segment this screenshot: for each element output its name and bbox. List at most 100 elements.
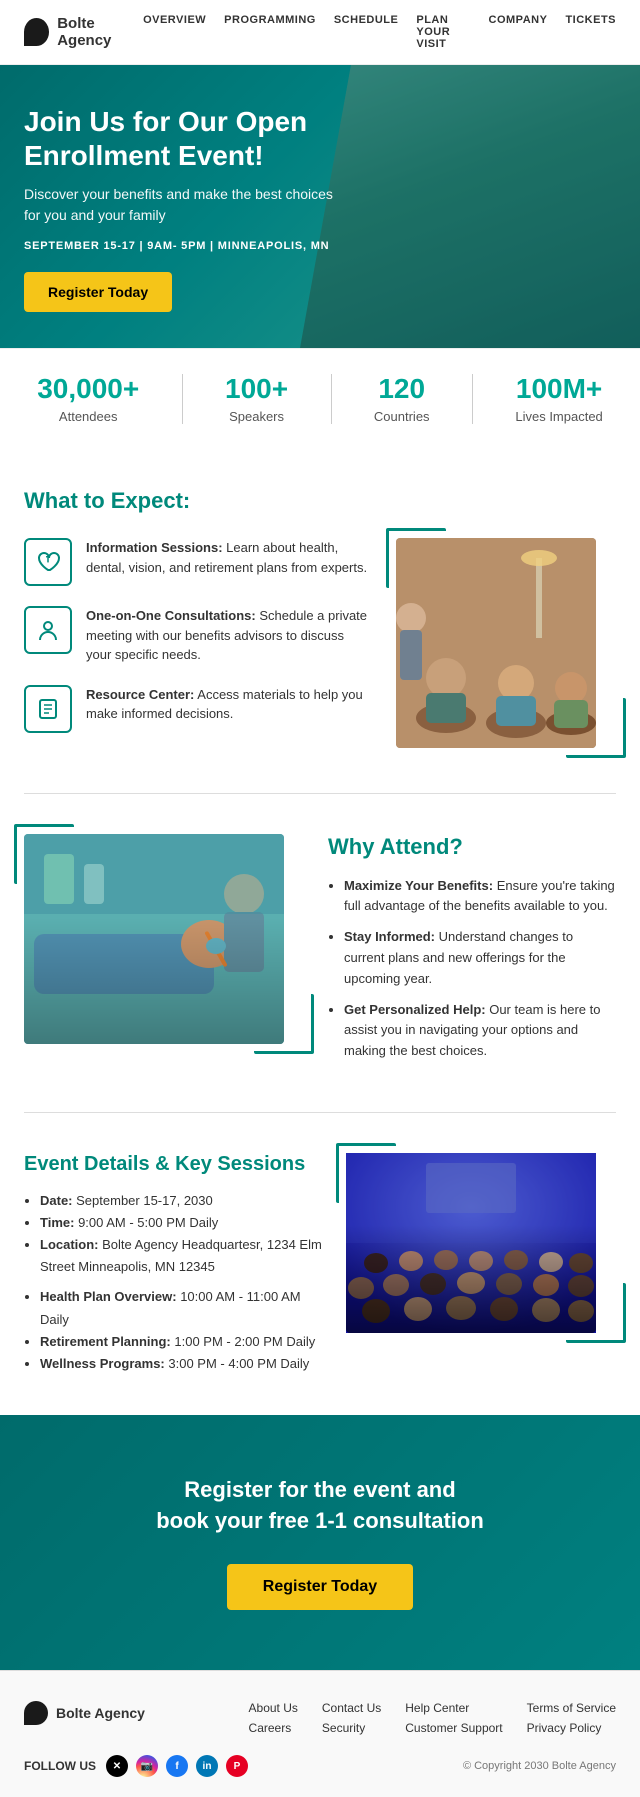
why-item-2: Get Personalized Help: Our team is here … bbox=[344, 1000, 616, 1062]
copyright-text: © Copyright 2030 Bolte Agency bbox=[463, 1760, 616, 1772]
footer-logo: Bolte Agency bbox=[24, 1701, 145, 1725]
footer-left: Bolte Agency bbox=[24, 1701, 145, 1725]
footer-bottom: FOLLOW US ✕ 📷 f in P © Copyright 2030 Bo… bbox=[24, 1755, 616, 1777]
stat-lives-label: Lives Impacted bbox=[515, 409, 602, 424]
footer-link-security[interactable]: Security bbox=[322, 1721, 381, 1735]
logo-text: Bolte Agency bbox=[57, 15, 143, 49]
nav-links: OVERVIEW PROGRAMMING SCHEDULE PLAN YOUR … bbox=[143, 14, 616, 50]
follow-us: FOLLOW US ✕ 📷 f in P bbox=[24, 1755, 248, 1777]
consultation-icon-box bbox=[24, 606, 72, 654]
what-to-expect-title: What to Expect: bbox=[24, 488, 616, 514]
event-session-0: Health Plan Overview: 10:00 AM - 11:00 A… bbox=[40, 1286, 322, 1330]
logo[interactable]: Bolte Agency bbox=[24, 15, 143, 49]
expect-item-2: Resource Center: Access materials to hel… bbox=[24, 685, 372, 733]
footer-link-support[interactable]: Customer Support bbox=[405, 1721, 502, 1735]
follow-label: FOLLOW US bbox=[24, 1759, 96, 1773]
person-chat-icon bbox=[34, 616, 62, 644]
cta-footer-section: Register for the event andbook your free… bbox=[0, 1415, 640, 1671]
stat-lives: 100M+ Lives Impacted bbox=[515, 373, 602, 424]
expect-title-0: Information Sessions: bbox=[86, 540, 223, 555]
expect-text-2: Resource Center: Access materials to hel… bbox=[86, 685, 372, 724]
what-to-expect-section: What to Expect: Information Sessions: Le… bbox=[0, 448, 640, 793]
corner-decoration-br-2 bbox=[254, 994, 314, 1054]
event-session-2: Wellness Programs: 3:00 PM - 4:00 PM Dai… bbox=[40, 1353, 322, 1375]
dental-image bbox=[24, 834, 284, 1044]
stat-countries-label: Countries bbox=[374, 409, 430, 424]
footer-link-contact[interactable]: Contact Us bbox=[322, 1701, 381, 1715]
pinterest-icon[interactable]: P bbox=[226, 1755, 248, 1777]
hero-content: Join Us for Our Open Enrollment Event! D… bbox=[24, 105, 334, 348]
nav-schedule[interactable]: SCHEDULE bbox=[334, 14, 399, 50]
hero-description: Discover your benefits and make the best… bbox=[24, 184, 334, 226]
instagram-icon[interactable]: 📷 bbox=[136, 1755, 158, 1777]
info-sessions-icon-box bbox=[24, 538, 72, 586]
footer-logo-icon bbox=[24, 1701, 48, 1725]
nav-overview[interactable]: OVERVIEW bbox=[143, 14, 206, 50]
stat-lives-value: 100M+ bbox=[515, 373, 602, 405]
stat-speakers: 100+ Speakers bbox=[225, 373, 288, 424]
why-item-1: Stay Informed: Understand changes to cur… bbox=[344, 927, 616, 989]
facebook-icon[interactable]: f bbox=[166, 1755, 188, 1777]
navbar: Bolte Agency OVERVIEW PROGRAMMING SCHEDU… bbox=[0, 0, 640, 65]
stat-speakers-value: 100+ bbox=[225, 373, 288, 405]
stat-speakers-label: Speakers bbox=[225, 409, 288, 424]
twitter-icon[interactable]: ✕ bbox=[106, 1755, 128, 1777]
event-audience-image bbox=[346, 1153, 596, 1333]
footer-link-terms[interactable]: Terms of Service bbox=[527, 1701, 616, 1715]
stat-attendees-value: 30,000+ bbox=[37, 373, 139, 405]
heart-icon bbox=[34, 548, 62, 576]
expect-image-wrap bbox=[396, 538, 616, 748]
event-location-label: Location: bbox=[40, 1237, 99, 1252]
nav-plan[interactable]: PLAN YOUR VISIT bbox=[416, 14, 470, 50]
audience-overlay bbox=[346, 1153, 596, 1333]
event-details-title: Event Details & Key Sessions bbox=[24, 1153, 322, 1176]
expect-title-1: One-on-One Consultations: bbox=[86, 608, 256, 623]
footer-link-privacy[interactable]: Privacy Policy bbox=[527, 1721, 616, 1735]
stats-bar: 30,000+ Attendees 100+ Speakers 120 Coun… bbox=[0, 348, 640, 448]
footer-links-col-4: Terms of Service Privacy Policy bbox=[527, 1701, 616, 1735]
cta-register-button[interactable]: Register Today bbox=[227, 1564, 413, 1610]
footer-top: Bolte Agency About Us Careers Contact Us… bbox=[24, 1701, 616, 1735]
hero-register-button[interactable]: Register Today bbox=[24, 272, 172, 312]
footer-links-col-2: Contact Us Security bbox=[322, 1701, 381, 1735]
why-item-0: Maximize Your Benefits: Ensure you're ta… bbox=[344, 876, 616, 918]
event-time: Time: 9:00 AM - 5:00 PM Daily bbox=[40, 1212, 322, 1234]
expect-item-1: One-on-One Consultations: Schedule a pri… bbox=[24, 606, 372, 665]
cta-title: Register for the event andbook your free… bbox=[40, 1475, 600, 1537]
social-icons: ✕ 📷 f in P bbox=[106, 1755, 248, 1777]
nav-tickets[interactable]: TICKETS bbox=[565, 14, 616, 50]
event-session-value-2: 3:00 PM - 4:00 PM Daily bbox=[168, 1356, 309, 1371]
stat-attendees-label: Attendees bbox=[37, 409, 139, 424]
why-attend-content: Why Attend? Maximize Your Benefits: Ensu… bbox=[328, 834, 616, 1072]
stat-attendees: 30,000+ Attendees bbox=[37, 373, 139, 424]
nav-programming[interactable]: PROGRAMMING bbox=[224, 14, 316, 50]
hero-date: SEPTEMBER 15-17 | 9AM- 5PM | MINNEAPOLIS… bbox=[24, 240, 334, 252]
stat-divider-3 bbox=[472, 374, 473, 424]
footer-link-about[interactable]: About Us bbox=[249, 1701, 298, 1715]
corner-decoration-br bbox=[566, 698, 626, 758]
expect-items-list: Information Sessions: Learn about health… bbox=[24, 538, 372, 753]
expect-text-0: Information Sessions: Learn about health… bbox=[86, 538, 372, 577]
footer-links-col-3: Help Center Customer Support bbox=[405, 1701, 502, 1735]
footer-link-help[interactable]: Help Center bbox=[405, 1701, 502, 1715]
dental-scene-svg bbox=[24, 834, 284, 1044]
footer-link-careers[interactable]: Careers bbox=[249, 1721, 298, 1735]
hero-photo bbox=[300, 65, 640, 348]
event-date: Date: September 15-17, 2030 bbox=[40, 1190, 322, 1212]
event-details-list: Date: September 15-17, 2030 Time: 9:00 A… bbox=[24, 1190, 322, 1278]
event-time-label: Time: bbox=[40, 1215, 74, 1230]
linkedin-icon[interactable]: in bbox=[196, 1755, 218, 1777]
hero-bg: Join Us for Our Open Enrollment Event! D… bbox=[0, 65, 640, 348]
why-item-title-1: Stay Informed: bbox=[344, 929, 435, 944]
why-image-wrap bbox=[24, 834, 304, 1044]
footer: Bolte Agency About Us Careers Contact Us… bbox=[0, 1670, 640, 1797]
nav-company[interactable]: COMPANY bbox=[489, 14, 548, 50]
corner-decoration-br-3 bbox=[566, 1283, 626, 1343]
hero-section: Join Us for Our Open Enrollment Event! D… bbox=[0, 65, 640, 348]
why-attend-title: Why Attend? bbox=[328, 834, 616, 860]
expect-title-2: Resource Center: bbox=[86, 687, 194, 702]
event-session-title-0: Health Plan Overview: bbox=[40, 1289, 177, 1304]
event-image-wrap bbox=[346, 1153, 616, 1333]
what-to-expect-content: Information Sessions: Learn about health… bbox=[24, 538, 616, 753]
expect-text-1: One-on-One Consultations: Schedule a pri… bbox=[86, 606, 372, 665]
